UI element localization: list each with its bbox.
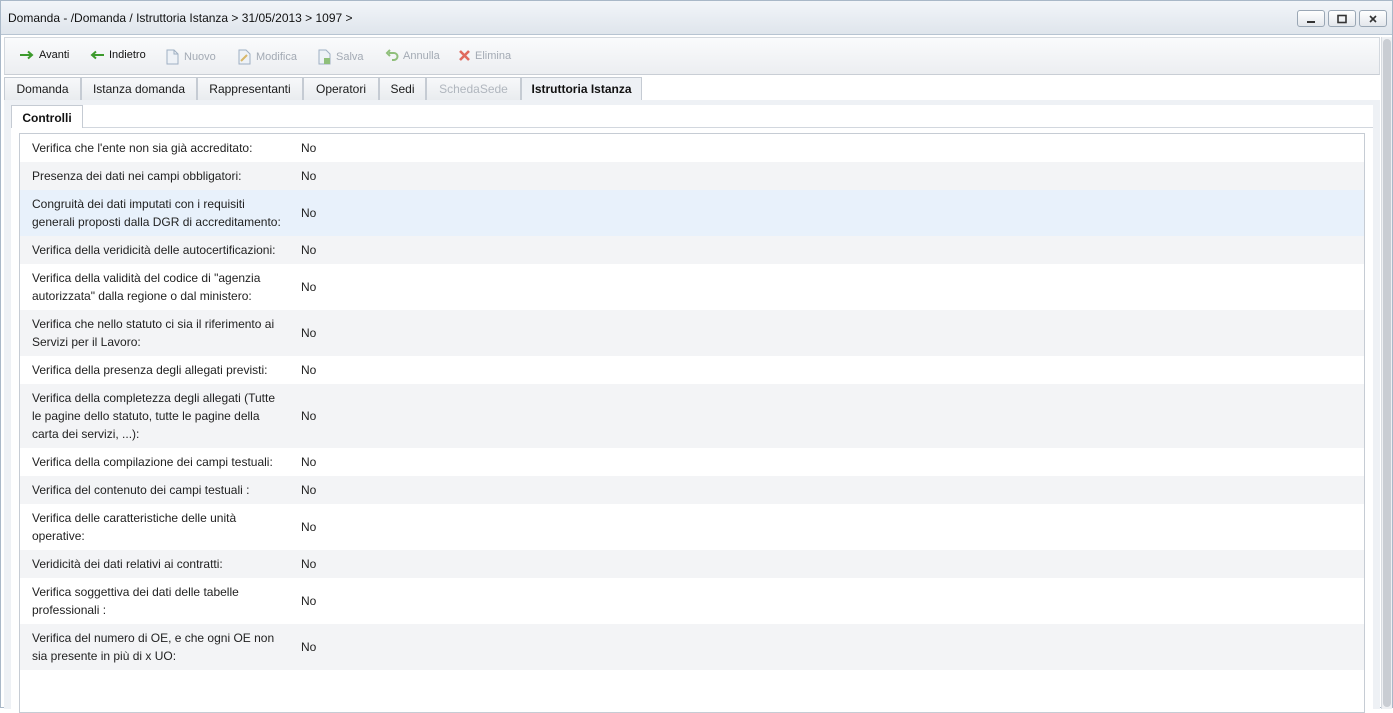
- vertical-scrollbar[interactable]: [1381, 37, 1392, 709]
- application-window: Domanda - /Domanda / Istruttoria Istanza…: [0, 0, 1393, 713]
- control-value: No: [301, 280, 317, 294]
- salva-label: Salva: [336, 51, 364, 63]
- indietro-button[interactable]: Indietro: [89, 49, 146, 61]
- title-bar: Domanda - /Domanda / Istruttoria Istanza…: [1, 1, 1392, 35]
- table-row: Verifica della veridicità delle autocert…: [20, 236, 1364, 264]
- control-label: Presenza dei dati nei campi obbligatori:: [32, 169, 242, 183]
- tab-operatori[interactable]: Operatori: [303, 77, 379, 100]
- annulla-button[interactable]: Annulla: [385, 49, 440, 63]
- modifica-label: Modifica: [256, 51, 297, 63]
- nuovo-button[interactable]: Nuovo: [165, 49, 216, 65]
- control-value: No: [301, 557, 317, 571]
- tab-panel: Controlli Verifica che l'ente non sia gi…: [4, 100, 1380, 713]
- close-icon: [1369, 14, 1377, 23]
- table-row: Congruità dei dati imputati con i requis…: [20, 190, 1364, 236]
- maximize-button[interactable]: [1328, 10, 1356, 27]
- indietro-label: Indietro: [109, 49, 146, 61]
- control-value: No: [301, 363, 317, 377]
- annulla-label: Annulla: [403, 50, 440, 62]
- toolbar: Avanti Indietro Nuovo Modifica Salva Ann…: [4, 37, 1380, 75]
- control-label: Verifica della compilazione dei campi te…: [32, 455, 273, 469]
- arrow-right-icon: [20, 50, 34, 60]
- elimina-label: Elimina: [475, 49, 512, 62]
- tab-sedi[interactable]: Sedi: [379, 77, 426, 100]
- control-label: Verifica che l'ente non sia già accredit…: [32, 141, 253, 155]
- control-label: Congruità dei dati imputati con i requis…: [32, 197, 281, 229]
- maximize-icon: [1337, 14, 1347, 23]
- table-row: Verifica soggettiva dei dati delle tabel…: [20, 578, 1364, 624]
- table-row: Verifica che nello statuto ci sia il rif…: [20, 310, 1364, 356]
- tab-rappresentanti[interactable]: Rappresentanti: [197, 77, 303, 100]
- new-document-icon: [166, 49, 179, 65]
- table-row: Verifica del numero di OE, e che ogni OE…: [20, 624, 1364, 670]
- control-value: No: [301, 169, 317, 183]
- control-value: No: [301, 409, 317, 423]
- table-row: Presenza dei dati nei campi obbligatori:…: [20, 162, 1364, 190]
- control-label: Verifica che nello statuto ci sia il rif…: [32, 317, 275, 349]
- control-label: Verifica della completezza degli allegat…: [32, 391, 276, 441]
- avanti-label: Avanti: [39, 49, 70, 61]
- control-value: No: [301, 206, 317, 220]
- tab-schedasede[interactable]: SchedaSede: [426, 77, 521, 100]
- salva-button[interactable]: Salva: [317, 49, 364, 65]
- tab-bar: Domanda Istanza domanda Rappresentanti O…: [4, 77, 1380, 100]
- control-label: Verifica soggettiva dei dati delle tabel…: [32, 585, 239, 617]
- close-button[interactable]: [1359, 10, 1387, 27]
- modifica-button[interactable]: Modifica: [237, 49, 297, 65]
- tab-istruttoria-istanza[interactable]: Istruttoria Istanza: [521, 77, 642, 100]
- control-value: No: [301, 326, 317, 340]
- control-label: Verifica del numero di OE, e che ogni OE…: [32, 631, 275, 663]
- scrollbar-thumb[interactable]: [1383, 39, 1391, 707]
- table-row: Verifica della presenza degli allegati p…: [20, 356, 1364, 384]
- control-label: Verifica della presenza degli allegati p…: [32, 363, 268, 377]
- control-label: Verifica del contenuto dei campi testual…: [32, 483, 250, 497]
- tab-domanda[interactable]: Domanda: [4, 77, 81, 100]
- table-row: Verifica della compilazione dei campi te…: [20, 448, 1364, 476]
- nuovo-label: Nuovo: [184, 51, 216, 63]
- control-value: No: [301, 455, 317, 469]
- control-value: No: [301, 483, 317, 497]
- table-row: Verifica delle caratteristiche delle uni…: [20, 504, 1364, 550]
- elimina-button[interactable]: Elimina: [458, 49, 511, 62]
- control-label: Verifica delle caratteristiche delle uni…: [32, 511, 237, 543]
- controls-content: Verifica che l'ente non sia già accredit…: [11, 128, 1373, 713]
- control-value: No: [301, 243, 317, 257]
- edit-document-icon: [238, 49, 251, 65]
- table-row: Verifica della validità del codice di "a…: [20, 264, 1364, 310]
- control-value: No: [301, 594, 317, 608]
- avanti-button[interactable]: Avanti: [19, 49, 69, 61]
- table-row: Verifica della completezza degli allegat…: [20, 384, 1364, 448]
- subtab-bar: Controlli: [11, 105, 1373, 129]
- minimize-icon: [1307, 20, 1315, 23]
- table-row: Verifica del contenuto dei campi testual…: [20, 476, 1364, 504]
- control-label: Verifica della validità del codice di "a…: [32, 271, 261, 303]
- window-title: Domanda - /Domanda / Istruttoria Istanza…: [8, 11, 353, 25]
- save-document-icon: [318, 49, 331, 65]
- minimize-button[interactable]: [1297, 10, 1325, 27]
- tab-istanza-domanda[interactable]: Istanza domanda: [81, 77, 197, 100]
- control-value: No: [301, 141, 317, 155]
- control-label: Veridicità dei dati relativi ai contratt…: [32, 557, 223, 571]
- window-controls: [1297, 10, 1387, 27]
- table-row: Verifica che l'ente non sia già accredit…: [20, 134, 1364, 162]
- delete-x-icon: [459, 50, 470, 61]
- control-value: No: [301, 640, 317, 654]
- control-value: No: [301, 520, 317, 534]
- arrow-left-icon: [90, 50, 104, 60]
- table-row: Veridicità dei dati relativi ai contratt…: [20, 550, 1364, 578]
- subtab-controlli[interactable]: Controlli: [11, 105, 83, 129]
- controls-table: Verifica che l'ente non sia già accredit…: [19, 133, 1365, 713]
- control-label: Verifica della veridicità delle autocert…: [32, 243, 276, 257]
- undo-icon: [385, 49, 399, 61]
